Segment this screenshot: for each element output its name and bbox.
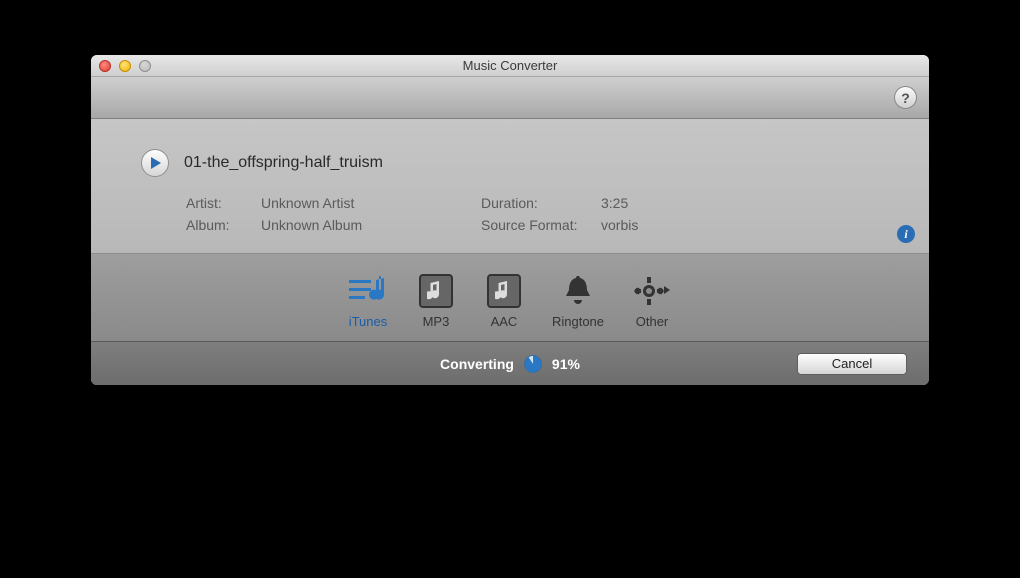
- metadata-grid: Artist: Unknown Artist Duration: 3:25 Al…: [186, 195, 889, 233]
- format-mp3[interactable]: MP3: [416, 272, 456, 329]
- itunes-icon: [348, 272, 388, 310]
- file-info-panel: 01-the_offspring-half_truism Artist: Unk…: [91, 119, 929, 254]
- bell-icon: [558, 272, 598, 310]
- toolbar: ?: [91, 77, 929, 119]
- window-title: Music Converter: [91, 58, 929, 73]
- format-ringtone-label: Ringtone: [552, 314, 604, 329]
- progress-pie-icon: [524, 355, 542, 373]
- format-mp3-label: MP3: [423, 314, 450, 329]
- duration-label: Duration:: [481, 195, 601, 211]
- minimize-window-button[interactable]: [119, 60, 131, 72]
- format-other[interactable]: Other: [632, 272, 672, 329]
- duration-value: 3:25: [601, 195, 889, 211]
- help-icon: ?: [901, 90, 910, 106]
- help-button[interactable]: ?: [894, 86, 917, 109]
- close-window-button[interactable]: [99, 60, 111, 72]
- status-text: Converting 91%: [440, 355, 580, 373]
- file-name: 01-the_offspring-half_truism: [184, 154, 383, 172]
- cancel-button-label: Cancel: [832, 356, 872, 371]
- status-percent: 91%: [552, 356, 580, 372]
- source-format-label: Source Format:: [481, 217, 601, 233]
- app-window: Music Converter ? 01-the_offspring-half_…: [91, 55, 929, 385]
- titlebar: Music Converter: [91, 55, 929, 77]
- format-selector: iTunes MP3 AAC Ringtone: [91, 254, 929, 341]
- format-itunes[interactable]: iTunes: [348, 272, 388, 329]
- format-itunes-label: iTunes: [349, 314, 388, 329]
- info-button[interactable]: i: [897, 225, 915, 243]
- mp3-icon: [416, 272, 456, 310]
- album-value: Unknown Album: [261, 217, 481, 233]
- cancel-button[interactable]: Cancel: [797, 353, 907, 375]
- file-header: 01-the_offspring-half_truism: [141, 149, 889, 177]
- status-bar: Converting 91% Cancel: [91, 341, 929, 385]
- play-button[interactable]: [141, 149, 169, 177]
- traffic-lights: [99, 60, 151, 72]
- play-icon: [149, 157, 161, 169]
- format-aac-label: AAC: [491, 314, 518, 329]
- aac-icon: [484, 272, 524, 310]
- artist-value: Unknown Artist: [261, 195, 481, 211]
- format-ringtone[interactable]: Ringtone: [552, 272, 604, 329]
- info-icon: i: [904, 227, 907, 242]
- source-format-value: vorbis: [601, 217, 889, 233]
- zoom-window-button[interactable]: [139, 60, 151, 72]
- artist-label: Artist:: [186, 195, 261, 211]
- format-other-label: Other: [636, 314, 669, 329]
- status-label: Converting: [440, 356, 514, 372]
- gear-icon: [632, 272, 672, 310]
- format-aac[interactable]: AAC: [484, 272, 524, 329]
- album-label: Album:: [186, 217, 261, 233]
